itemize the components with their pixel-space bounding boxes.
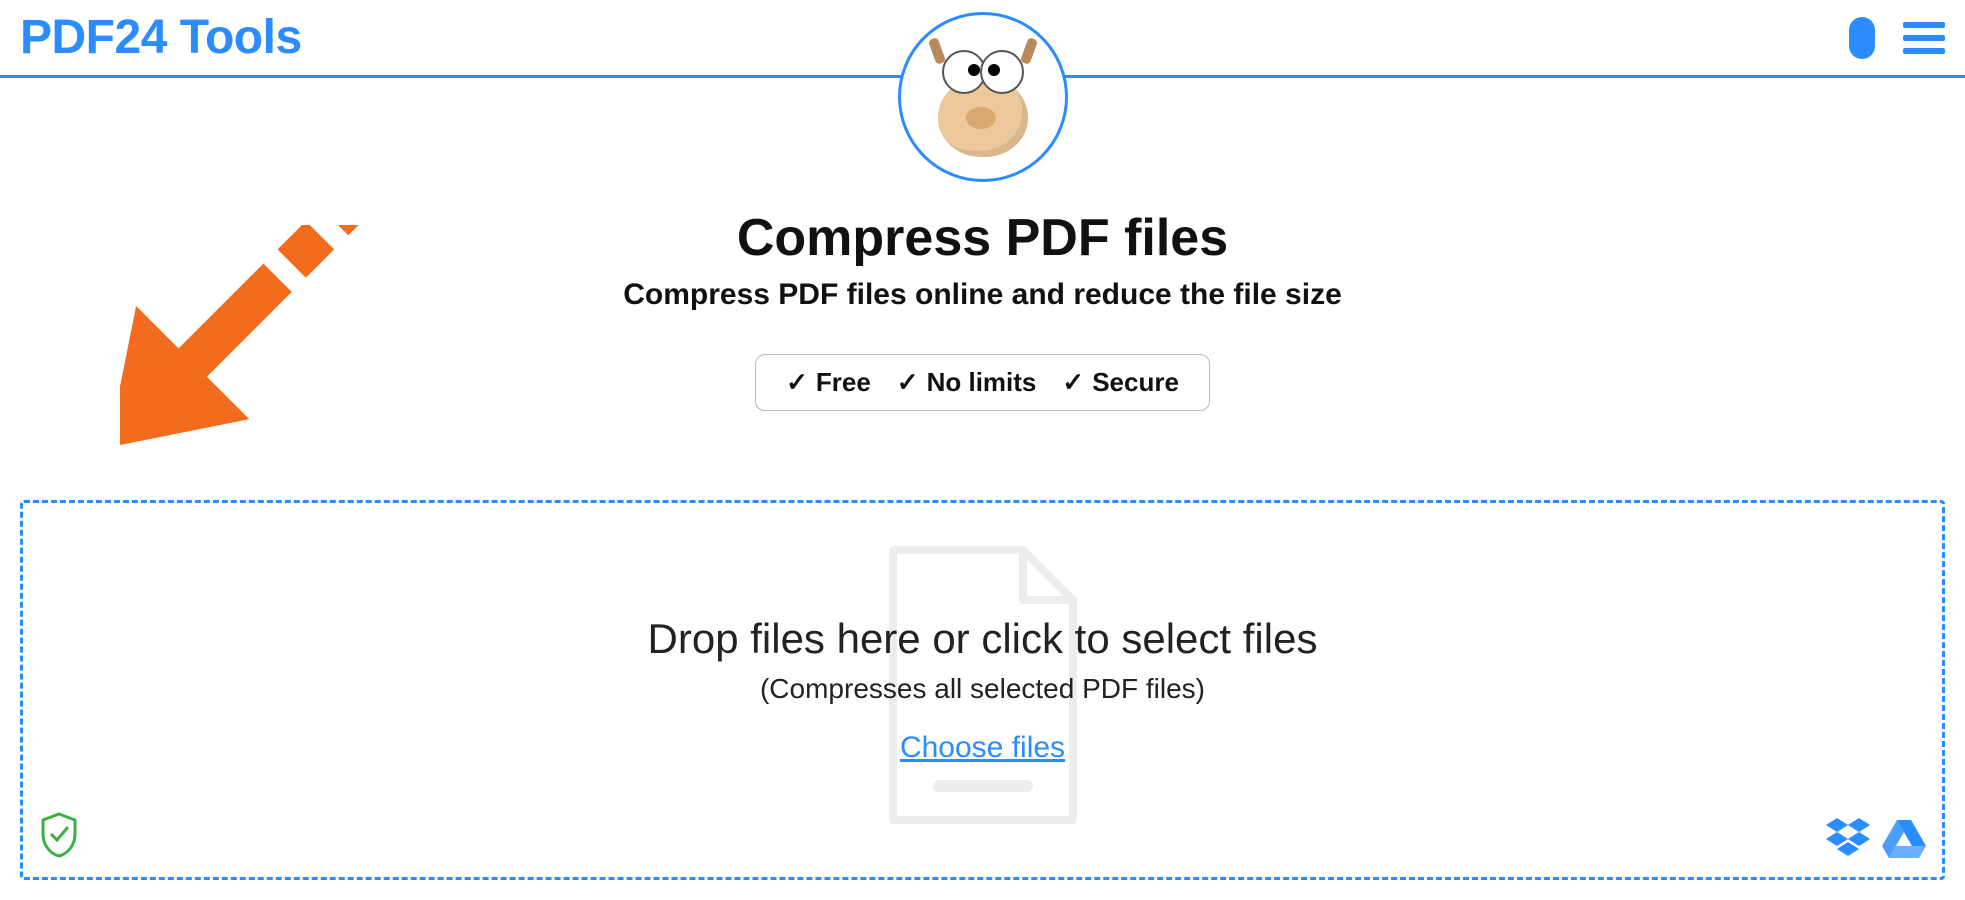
account-icon[interactable] (1849, 17, 1875, 59)
page-title: Compress PDF files (0, 208, 1965, 268)
feature-badges: Free No limits Secure (755, 354, 1210, 411)
file-dropzone[interactable]: Drop files here or click to select files… (20, 500, 1945, 880)
mascot-icon (898, 12, 1068, 182)
badge-secure: Secure (1062, 367, 1179, 398)
badge-no-limits: No limits (897, 367, 1037, 398)
choose-files-link[interactable]: Choose files (900, 731, 1065, 765)
menu-icon[interactable] (1903, 22, 1945, 54)
google-drive-icon[interactable] (1882, 818, 1926, 863)
page-subtitle: Compress PDF files online and reduce the… (0, 278, 1965, 312)
dropzone-subtitle: (Compresses all selected PDF files) (760, 673, 1205, 705)
dropbox-icon[interactable] (1826, 818, 1870, 863)
badge-free: Free (786, 367, 871, 398)
logo[interactable]: PDF24 Tools (20, 10, 302, 65)
dropzone-title: Drop files here or click to select files (648, 615, 1318, 663)
header-actions (1849, 17, 1945, 59)
security-shield-icon (39, 812, 79, 863)
